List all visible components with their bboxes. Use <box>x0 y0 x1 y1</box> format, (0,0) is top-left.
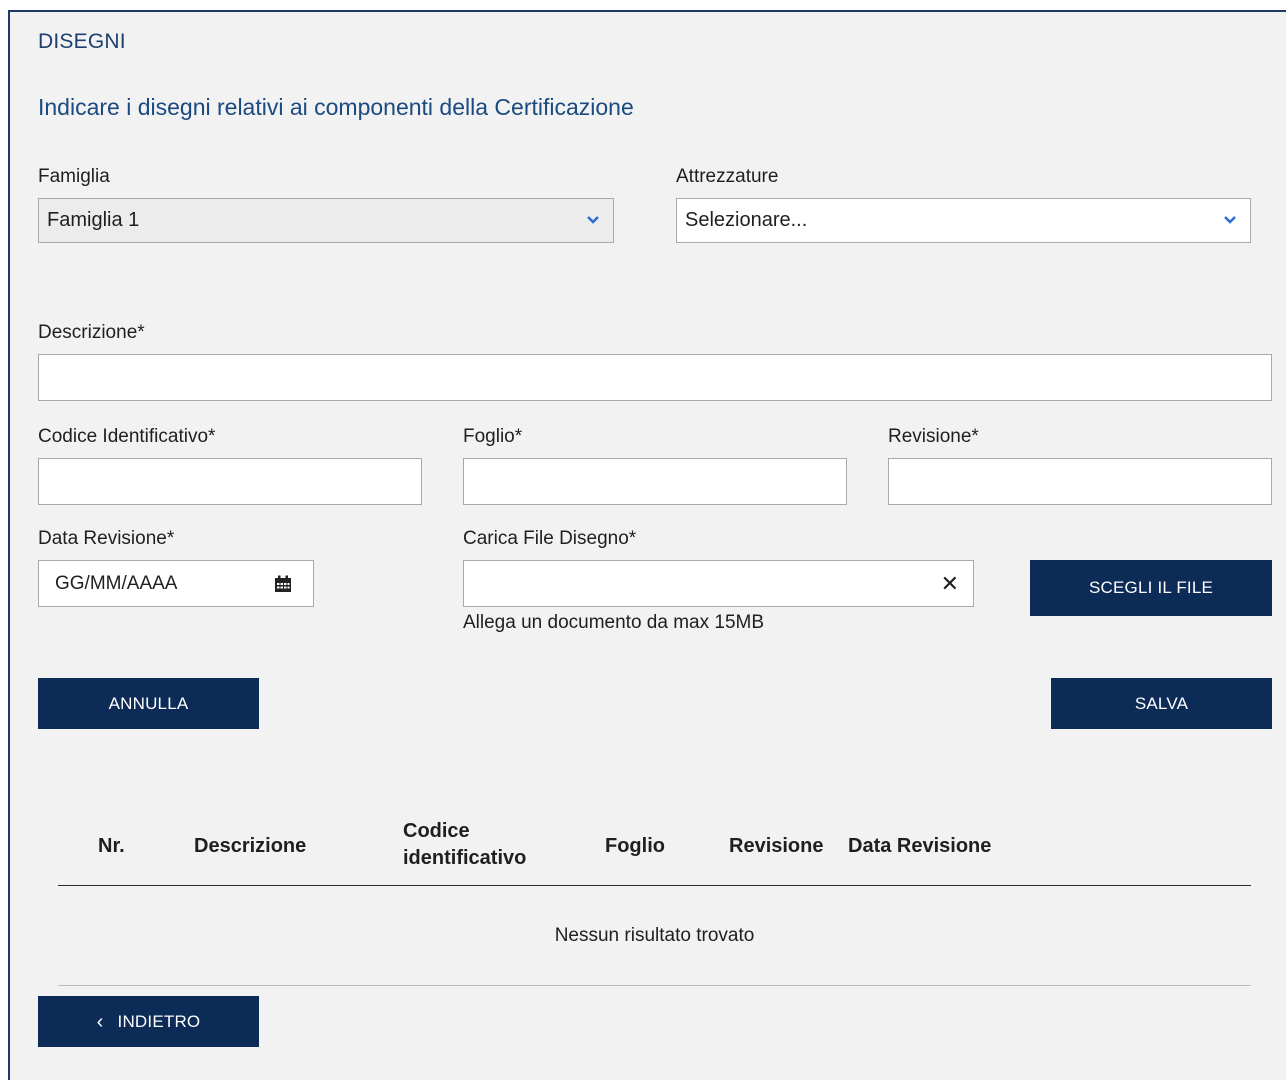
empty-table-message: Nessun risultato trovato <box>554 925 755 946</box>
famiglia-label: Famiglia <box>38 166 110 187</box>
chevron-down-icon <box>1224 216 1236 224</box>
descrizione-label: Descrizione* <box>38 322 145 343</box>
descrizione-input[interactable] <box>38 354 1272 401</box>
back-button-label: INDIETRO <box>117 1011 201 1031</box>
attrezzature-label: Attrezzature <box>676 166 779 187</box>
calendar-icon[interactable] <box>273 574 293 594</box>
column-header-descrizione: Descrizione <box>194 835 307 857</box>
file-input[interactable]: ✕ <box>463 560 974 607</box>
attrezzature-select[interactable]: Selezionare... <box>676 198 1251 243</box>
column-header-codice-line2: identificativo <box>403 847 527 869</box>
form-panel <box>8 10 1286 1080</box>
cancel-button[interactable]: ANNULLA <box>38 678 259 729</box>
codice-label: Codice Identificativo* <box>38 426 216 447</box>
famiglia-select[interactable]: Famiglia 1 <box>38 198 614 243</box>
famiglia-value: Famiglia 1 <box>47 209 140 231</box>
file-size-hint: Allega un documento da max 15MB <box>463 612 765 633</box>
foglio-label: Foglio* <box>463 426 523 447</box>
close-icon[interactable]: ✕ <box>941 571 959 597</box>
data-revisione-label: Data Revisione* <box>38 528 175 549</box>
column-header-foglio: Foglio <box>605 835 665 857</box>
data-revisione-input[interactable]: GG/MM/AAAA <box>38 560 314 607</box>
column-header-codice: Codice identificativo <box>403 818 526 872</box>
chevron-left-icon: ‹ <box>96 1010 104 1033</box>
revisione-input[interactable] <box>888 458 1272 505</box>
column-header-data-revisione: Data Revisione <box>848 835 992 857</box>
foglio-input[interactable] <box>463 458 847 505</box>
save-button[interactable]: SALVA <box>1051 678 1272 729</box>
revisione-label: Revisione* <box>888 426 979 447</box>
table-bottom-divider <box>58 985 1251 986</box>
column-header-codice-line1: Codice <box>403 820 470 842</box>
column-header-nr: Nr. <box>98 835 125 857</box>
table-header-divider <box>58 885 1251 886</box>
date-placeholder: GG/MM/AAAA <box>55 572 178 594</box>
carica-file-label: Carica File Disegno* <box>463 528 637 549</box>
section-title: DISEGNI <box>38 30 126 53</box>
attrezzature-value: Selezionare... <box>685 209 808 231</box>
codice-input[interactable] <box>38 458 422 505</box>
chevron-down-icon <box>587 216 599 224</box>
choose-file-button[interactable]: SCEGLI IL FILE <box>1030 560 1272 616</box>
back-button[interactable]: ‹ INDIETRO <box>38 996 259 1047</box>
form-subtitle: Indicare i disegni relativi ai component… <box>38 94 634 120</box>
column-header-revisione: Revisione <box>729 835 824 857</box>
